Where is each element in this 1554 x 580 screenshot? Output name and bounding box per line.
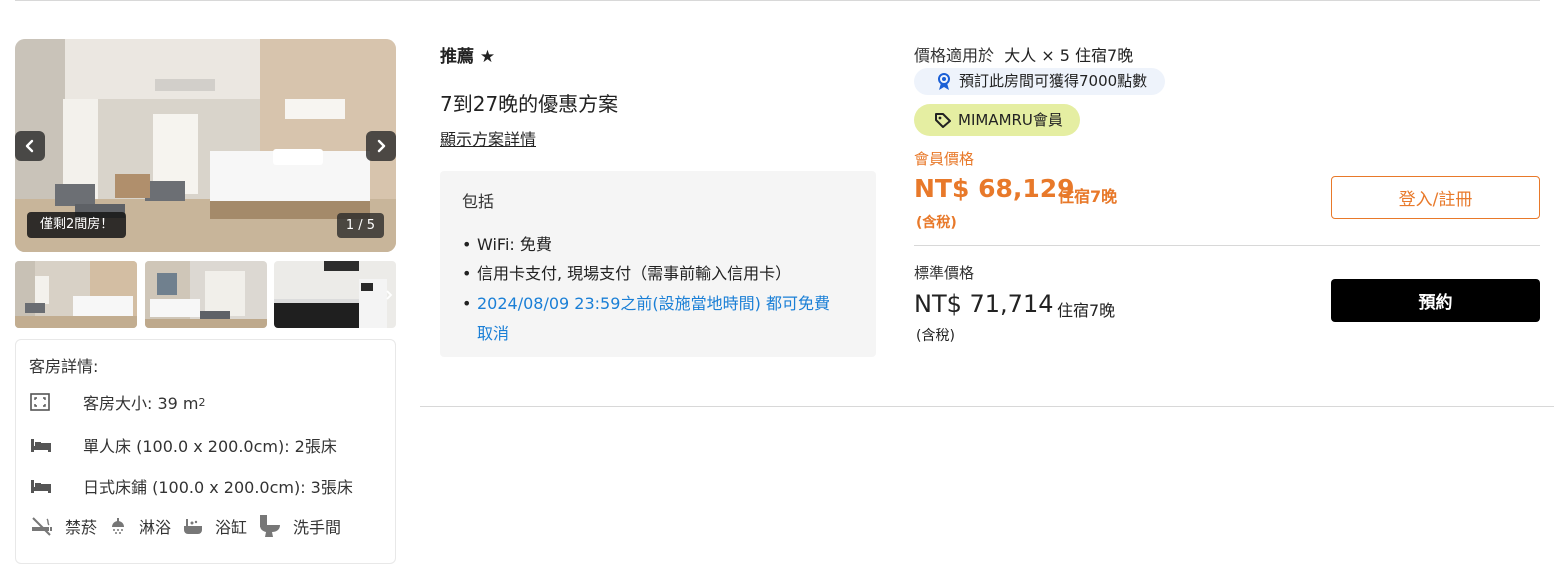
room-details-title: 客房詳情:: [29, 357, 99, 376]
show-plan-details-link[interactable]: 顯示方案詳情: [440, 126, 536, 150]
recommended-badge: 推薦 ★: [440, 47, 496, 67]
single-bed-row: 單人床 (100.0 x 200.0cm): 2張床: [29, 433, 337, 457]
futon-label: 日式床鋪 (100.0 x 200.0cm): 3張床: [83, 478, 353, 497]
bed-icon: [29, 436, 55, 454]
include-item-free-cancel-cont: 取消: [477, 324, 510, 343]
points-text: 預訂此房間可獲得7000點數: [959, 72, 1148, 90]
points-pill: 預訂此房間可獲得7000點數: [914, 68, 1166, 95]
plan-name: 7到27晚的優惠方案: [440, 92, 619, 116]
price-for-value: 大人 × 5 住宿7晚: [1004, 46, 1134, 65]
member-price-label: 會員價格: [914, 150, 975, 168]
amenities-row: 禁菸 淋浴 浴缸 洗手間: [29, 513, 351, 539]
bathtub-icon: [181, 515, 205, 537]
login-register-button[interactable]: 登入/註冊: [1331, 176, 1540, 219]
section-divider: [420, 406, 1554, 407]
chevron-left-icon: [25, 139, 34, 153]
amenity-label: 禁菸: [65, 518, 98, 537]
member-price-tax: (含稅): [916, 215, 957, 231]
toilet-icon: [257, 513, 283, 539]
standard-price: NT$ 71,714: [914, 290, 1054, 318]
tag-icon: [934, 112, 952, 128]
member-tag: MIMAMRU會員: [914, 104, 1080, 136]
include-item-wifi: • WiFi: 免費: [462, 235, 552, 254]
top-divider: [15, 0, 1540, 1]
futon-row: 日式床鋪 (100.0 x 200.0cm): 3張床: [29, 474, 353, 498]
amenity-label: 浴缸: [215, 518, 248, 537]
standard-price-tax: (含稅): [916, 328, 955, 344]
photo-next-button[interactable]: [366, 131, 396, 161]
amenity-toilet: 洗手間: [257, 513, 341, 539]
room-size-label: 客房大小: 39 m: [83, 394, 199, 413]
shower-icon: [107, 515, 129, 537]
amenity-shower: 淋浴: [107, 514, 171, 538]
includes-box: 包括 • WiFi: 免費 • 信用卡支付, 現場支付（需事前輸入信用卡） • 202…: [440, 171, 876, 357]
thumbnail-image: [15, 261, 137, 328]
thumbnail-strip: [15, 261, 396, 328]
bed-icon: [29, 477, 55, 495]
amenity-label: 淋浴: [139, 518, 172, 537]
member-price-nights: 住宿7晚: [1058, 187, 1118, 206]
photo-counter: 1 / 5: [336, 213, 384, 238]
member-price: NT$ 68,129: [914, 174, 1075, 203]
room-size-icon: [29, 392, 55, 412]
thumbnail-1[interactable]: [15, 261, 137, 328]
price-for-label: 價格適用於: [914, 46, 995, 65]
single-bed-label: 單人床 (100.0 x 200.0cm): 2張床: [83, 437, 337, 456]
thumbnail-image: [145, 261, 267, 328]
book-button[interactable]: 預約: [1331, 279, 1540, 322]
photo-prev-button[interactable]: [15, 131, 45, 161]
main-room-photo[interactable]: 僅剩2間房！ 1 / 5: [15, 39, 396, 252]
no-smoking-icon: [29, 515, 55, 537]
amenity-bathtub: 浴缸: [181, 514, 247, 538]
standard-price-label: 標準價格: [914, 264, 975, 282]
includes-title: 包括: [462, 192, 495, 211]
standard-price-nights: 住宿7晚: [1057, 301, 1116, 320]
thumbnail-next-button[interactable]: [382, 261, 396, 328]
amenity-no-smoking: 禁菸: [29, 514, 97, 538]
thumbnail-image: [274, 261, 396, 328]
room-size-row: 客房大小: 39 m2: [29, 390, 206, 414]
rooms-left-badge: 僅剩2間房！: [27, 212, 127, 238]
include-item-free-cancel: • 2024/08/09 23:59之前(設施當地時間) 都可免費: [462, 294, 830, 313]
price-divider: [914, 245, 1540, 246]
thumbnail-2[interactable]: [145, 261, 267, 328]
amenity-label: 洗手間: [293, 518, 342, 537]
award-ribbon-icon: [936, 72, 952, 91]
include-item-payment: • 信用卡支付, 現場支付（需事前輸入信用卡）: [462, 264, 792, 283]
thumbnail-3[interactable]: [274, 261, 396, 328]
member-tag-label: MIMAMRU會員: [958, 111, 1063, 129]
room-size-unit-sup: 2: [198, 395, 206, 409]
price-applies-to: 價格適用於 大人 × 5 住宿7晚: [914, 42, 1133, 66]
chevron-right-icon: [377, 139, 386, 153]
chevron-right-icon: [386, 289, 393, 300]
